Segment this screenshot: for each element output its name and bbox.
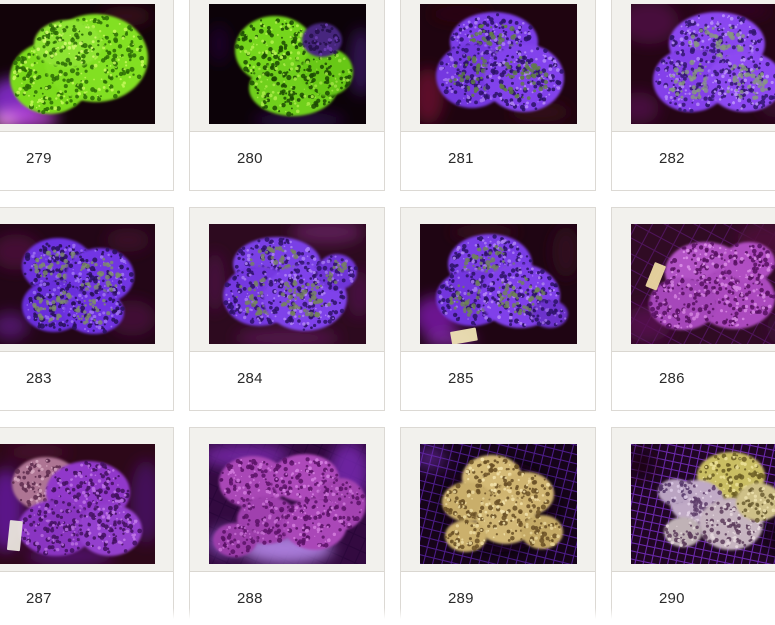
- coral-id-label: 290: [659, 590, 685, 607]
- coral-photo: [419, 4, 577, 124]
- label-area: 283: [0, 352, 173, 410]
- coral-photo: [419, 444, 577, 564]
- coral-id-label: 282: [659, 150, 685, 167]
- photo-area: [190, 208, 384, 352]
- photo-area: [0, 0, 173, 132]
- photo-area: [401, 428, 595, 572]
- label-area: 287: [0, 572, 173, 625]
- coral-photo: [630, 224, 775, 344]
- label-area: 282: [612, 132, 775, 190]
- coral-card[interactable]: 287: [0, 427, 174, 625]
- coral-id-label: 288: [237, 590, 263, 607]
- coral-photo: [0, 224, 155, 344]
- label-area: 289: [401, 572, 595, 625]
- photo-area: [190, 0, 384, 132]
- coral-card[interactable]: 284: [189, 207, 385, 411]
- coral-card[interactable]: 281: [400, 0, 596, 191]
- coral-card[interactable]: 282: [611, 0, 775, 191]
- coral-card[interactable]: 280: [189, 0, 385, 191]
- photo-area: [612, 0, 775, 132]
- coral-photo: [0, 4, 155, 124]
- coral-card[interactable]: 289: [400, 427, 596, 625]
- label-area: 281: [401, 132, 595, 190]
- coral-id-label: 285: [448, 370, 474, 387]
- thumbnail-grid: 279 280 281 282 283 284 285 286 287 288 …: [0, 0, 775, 625]
- photo-area: [401, 0, 595, 132]
- label-area: 290: [612, 572, 775, 625]
- coral-id-label: 289: [448, 590, 474, 607]
- photo-area: [401, 208, 595, 352]
- label-area: 279: [0, 132, 173, 190]
- label-area: 285: [401, 352, 595, 410]
- coral-id-label: 286: [659, 370, 685, 387]
- coral-card[interactable]: 286: [611, 207, 775, 411]
- coral-card[interactable]: 279: [0, 0, 174, 191]
- coral-photo: [208, 4, 366, 124]
- coral-id-label: 280: [237, 150, 263, 167]
- coral-id-label: 279: [26, 150, 52, 167]
- gallery-viewport: 279 280 281 282 283 284 285 286 287 288 …: [0, 0, 775, 625]
- coral-photo: [0, 444, 155, 564]
- coral-photo: [419, 224, 577, 344]
- coral-id-label: 287: [26, 590, 52, 607]
- coral-photo: [630, 444, 775, 564]
- coral-id-label: 284: [237, 370, 263, 387]
- photo-area: [0, 428, 173, 572]
- coral-id-label: 281: [448, 150, 474, 167]
- coral-photo: [630, 4, 775, 124]
- coral-card[interactable]: 290: [611, 427, 775, 625]
- coral-card[interactable]: 285: [400, 207, 596, 411]
- coral-card[interactable]: 283: [0, 207, 174, 411]
- photo-area: [612, 208, 775, 352]
- label-area: 288: [190, 572, 384, 625]
- coral-id-label: 283: [26, 370, 52, 387]
- photo-area: [0, 208, 173, 352]
- label-area: 280: [190, 132, 384, 190]
- photo-area: [612, 428, 775, 572]
- label-area: 284: [190, 352, 384, 410]
- photo-area: [190, 428, 384, 572]
- coral-card[interactable]: 288: [189, 427, 385, 625]
- coral-photo: [208, 444, 366, 564]
- coral-photo: [208, 224, 366, 344]
- label-area: 286: [612, 352, 775, 410]
